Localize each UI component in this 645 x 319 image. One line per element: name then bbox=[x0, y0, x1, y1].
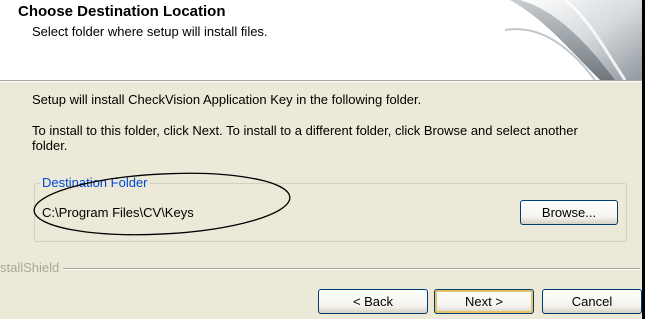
browse-button[interactable]: Browse... bbox=[520, 200, 618, 225]
cancel-button[interactable]: Cancel bbox=[542, 289, 642, 314]
destination-path: C:\Program Files\CV\Keys bbox=[42, 205, 194, 220]
header-divider bbox=[0, 80, 645, 82]
next-button[interactable]: Next > bbox=[434, 289, 534, 314]
back-button[interactable]: < Back bbox=[318, 289, 428, 314]
install-info-text: Setup will install CheckVision Applicati… bbox=[32, 92, 422, 107]
instructions-text: To install to this folder, click Next. T… bbox=[32, 123, 578, 153]
dialog-title: Choose Destination Location bbox=[18, 3, 226, 20]
destination-folder-legend: Destination Folder bbox=[40, 175, 150, 190]
installshield-brand: stallShield bbox=[0, 260, 64, 275]
dialog-subtitle: Select folder where setup will install f… bbox=[32, 24, 268, 39]
installshield-divider bbox=[0, 268, 640, 270]
installer-swoosh-icon bbox=[505, 0, 645, 80]
setup-dialog: Choose Destination Location Select folde… bbox=[0, 0, 645, 319]
dialog-header: Choose Destination Location Select folde… bbox=[0, 0, 645, 80]
